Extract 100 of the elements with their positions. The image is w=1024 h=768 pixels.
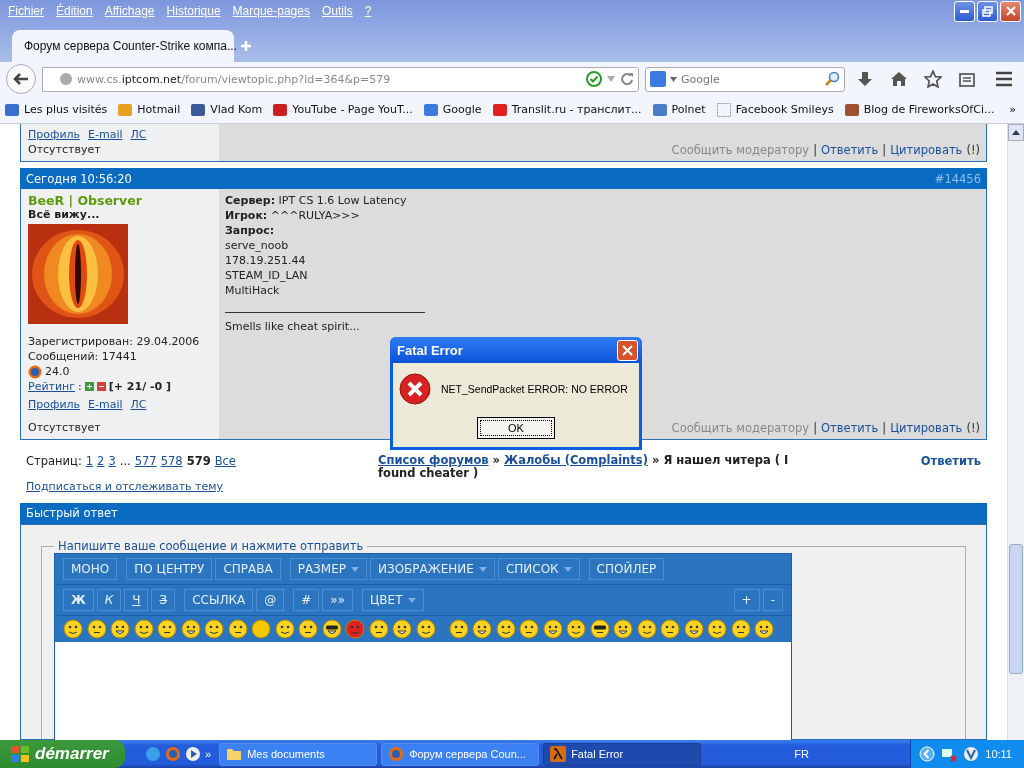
profile-link[interactable]: ЛС — [130, 128, 147, 141]
smiley-icon[interactable] — [519, 619, 539, 639]
smiley-icon[interactable] — [754, 619, 774, 639]
search-field[interactable]: Google — [645, 66, 845, 92]
close-button[interactable] — [1000, 0, 1021, 22]
action-link[interactable]: Ответить — [821, 143, 879, 158]
smiley-icon[interactable] — [448, 619, 469, 639]
chevron-icon[interactable] — [919, 746, 936, 762]
smiley-icon[interactable] — [660, 619, 680, 639]
shield-icon[interactable] — [963, 746, 980, 762]
format-button[interactable]: - — [762, 589, 783, 611]
smiley-icon[interactable] — [636, 619, 657, 639]
media-player-icon[interactable] — [185, 746, 201, 762]
address-bar[interactable]: www.cs.iptcom.net/forum/viewtopic.php?id=364&p=579 — [42, 66, 639, 92]
home-icon[interactable] — [890, 71, 908, 87]
page-link[interactable]: 1 — [85, 453, 94, 468]
format-button[interactable]: Ж — [63, 589, 94, 611]
profile-link[interactable]: E-mail — [88, 128, 123, 141]
format-button[interactable]: ЦВЕТ — [362, 589, 424, 611]
page-link[interactable]: Все — [214, 453, 236, 468]
minimize-button[interactable] — [954, 0, 975, 22]
smiley-icon[interactable] — [133, 619, 154, 639]
smiley-icon[interactable] — [392, 619, 412, 639]
format-button[interactable]: МОНО — [63, 558, 118, 580]
format-button[interactable]: К — [96, 589, 122, 611]
format-button[interactable]: СПОЙЛЕР — [588, 558, 665, 580]
smiley-icon[interactable] — [566, 619, 586, 639]
menu-icon[interactable] — [995, 71, 1013, 87]
message-input[interactable] — [55, 642, 791, 740]
breadcrumb-link[interactable]: Список форумов — [378, 452, 489, 467]
smiley-icon[interactable] — [86, 619, 107, 639]
smiley-icon[interactable] — [204, 619, 224, 639]
smiley-icon[interactable] — [415, 619, 436, 639]
bookmark-item[interactable]: Facebook Smileys — [715, 101, 834, 118]
bookmark-item[interactable]: Hotmail — [117, 101, 181, 118]
format-button[interactable]: ИЗОБРАЖЕНИЕ — [370, 558, 495, 580]
back-button[interactable] — [6, 64, 36, 94]
reading-list-icon[interactable] — [959, 71, 975, 87]
bookmark-item[interactable]: Blog de FireworksOfCi... — [843, 101, 995, 118]
bookmark-item[interactable]: Vlad Kom — [190, 101, 263, 118]
format-button[interactable]: З — [151, 589, 176, 611]
smiley-icon[interactable] — [321, 619, 342, 639]
restore-button[interactable] — [977, 0, 998, 22]
format-button[interactable]: РАЗМЕР — [289, 558, 367, 580]
profile-link[interactable]: Профиль — [28, 398, 81, 412]
smiley-icon[interactable] — [589, 619, 610, 639]
action-link[interactable]: Цитировать — [890, 420, 963, 435]
taskbar-item[interactable]: Форум сервера Coun... — [381, 742, 540, 766]
taskbar-item[interactable]: Fatal Error — [543, 742, 702, 766]
page-link[interactable]: 578 — [160, 453, 183, 468]
smiley-icon[interactable] — [274, 619, 295, 639]
smiley-icon[interactable] — [730, 619, 751, 639]
format-button[interactable]: ПО ЦЕНТРУ — [126, 558, 213, 580]
smiley-icon[interactable] — [472, 619, 492, 639]
bookmark-item[interactable]: Google — [422, 101, 482, 118]
smiley-icon[interactable] — [368, 619, 389, 639]
smiley-icon[interactable] — [157, 619, 177, 639]
plus-icon[interactable] — [84, 382, 94, 392]
download-icon[interactable] — [857, 71, 873, 87]
smiley-icon[interactable] — [180, 619, 201, 639]
scrollbar[interactable] — [1007, 124, 1024, 740]
smiley-icon[interactable] — [227, 619, 248, 639]
language-indicator[interactable]: FR — [794, 748, 810, 760]
profile-link[interactable]: Профиль — [28, 128, 81, 141]
browser-tab[interactable]: Форум сервера Counter-Strike компа... — [12, 30, 234, 62]
ok-button[interactable]: OK — [477, 417, 555, 439]
network-icon[interactable] — [941, 746, 958, 762]
start-button[interactable]: démarrer — [0, 740, 125, 768]
search-icon[interactable] — [824, 71, 840, 87]
taskbar-item[interactable]: Mes documents — [219, 742, 378, 766]
format-button[interactable]: + — [733, 589, 760, 611]
smiley-icon[interactable] — [63, 619, 83, 639]
smiley-icon[interactable] — [542, 619, 563, 639]
minus-icon[interactable] — [96, 382, 106, 392]
bookmark-item[interactable]: Les plus visités — [4, 101, 108, 118]
subscribe-link[interactable]: Подписаться и отслеживать тему — [26, 479, 224, 493]
page-link[interactable]: 577 — [134, 453, 157, 468]
reload-icon[interactable] — [620, 72, 634, 86]
breadcrumb-link[interactable]: Жалобы (Complaints) — [504, 452, 648, 467]
smiley-icon[interactable] — [298, 619, 318, 639]
profile-link[interactable]: ЛС — [130, 398, 147, 412]
scroll-up-icon[interactable] — [1008, 124, 1024, 141]
smiley-icon[interactable] — [110, 619, 130, 639]
format-button[interactable]: # — [293, 589, 320, 611]
report-flag[interactable]: (!) — [966, 420, 980, 435]
page-link[interactable]: 2 — [97, 453, 105, 468]
smiley-icon[interactable] — [707, 619, 727, 639]
format-button[interactable]: СПИСОК — [497, 558, 580, 580]
format-button[interactable]: Ч — [124, 589, 149, 611]
scroll-thumb[interactable] — [1009, 544, 1023, 674]
bookmark-item[interactable]: YouTube - Page YouT... — [272, 101, 413, 118]
more-icon[interactable]: » — [205, 748, 212, 760]
smiley-icon[interactable] — [683, 619, 704, 639]
action-link[interactable]: Цитировать — [890, 143, 963, 158]
format-button[interactable]: ССЫЛКА — [184, 589, 254, 611]
more-bookmarks-icon[interactable]: » — [1009, 103, 1016, 116]
smiley-icon[interactable] — [495, 619, 516, 639]
page-link[interactable]: 3 — [108, 453, 116, 468]
bookmark-item[interactable]: Translit.ru - транслит... — [491, 101, 642, 118]
profile-link[interactable]: E-mail — [88, 398, 123, 412]
